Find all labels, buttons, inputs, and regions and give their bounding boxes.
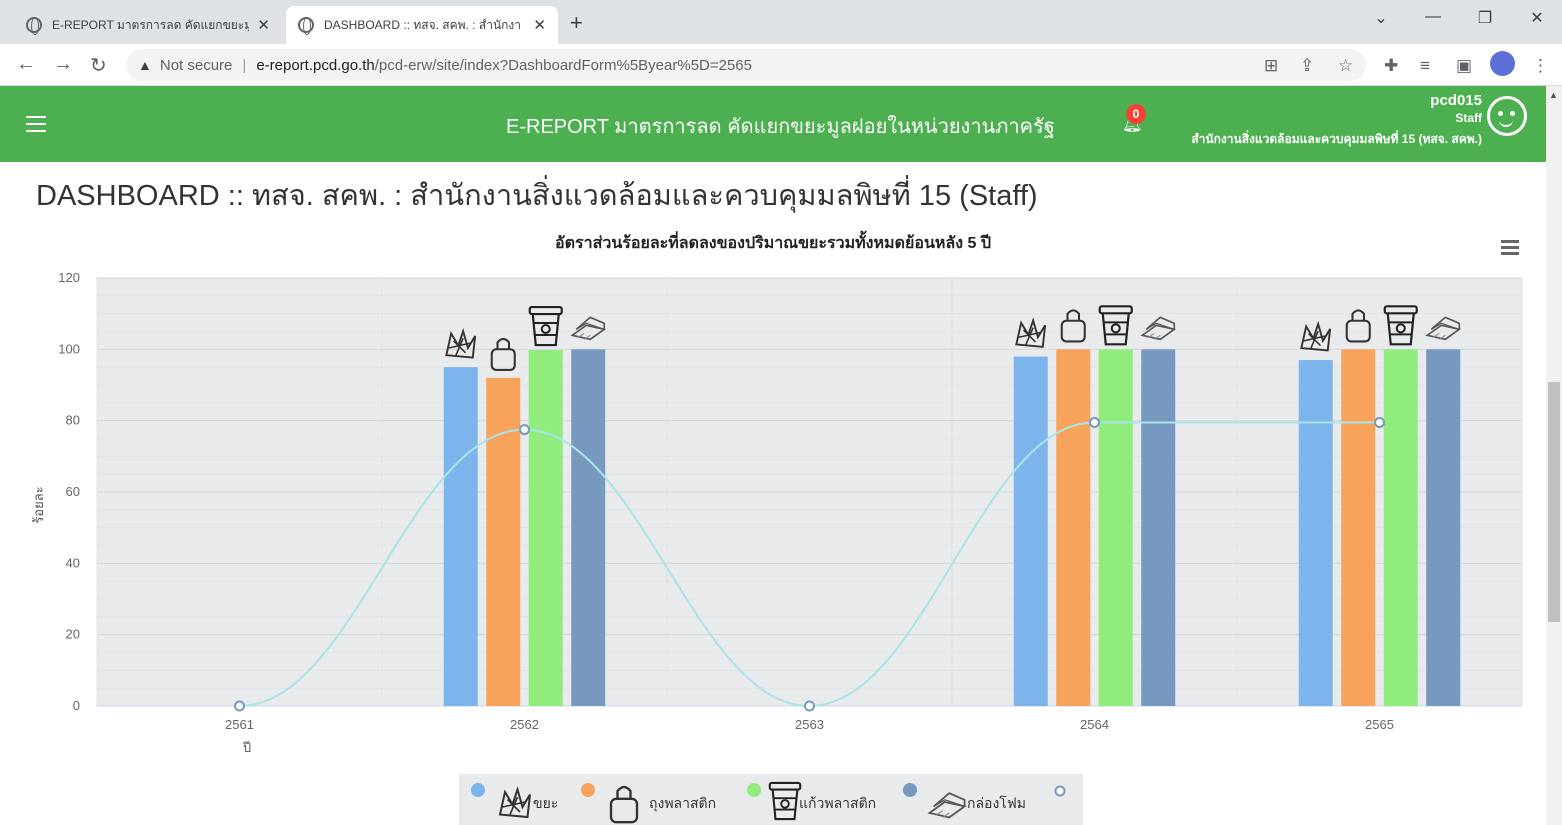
- line-point: [804, 700, 815, 712]
- minimize-icon[interactable]: —: [1418, 8, 1448, 26]
- reload-icon[interactable]: ↻: [90, 53, 107, 78]
- bar: [1383, 349, 1418, 706]
- url-host: e-report.pcd.go.th: [256, 56, 375, 74]
- separator: |: [242, 56, 247, 74]
- app-header: E-REPORT มาตรการลด คัดแยกขยะมูลฝอยในหน่ว…: [0, 86, 1546, 162]
- y-tick-label: 0: [73, 698, 80, 713]
- forward-icon[interactable]: →: [53, 53, 73, 76]
- y-tick-label: 80: [66, 413, 80, 428]
- notification-badge: 0: [1126, 104, 1146, 124]
- line-point: [1374, 416, 1385, 428]
- x-tick-label: 2561: [225, 717, 254, 732]
- browser-tab-dashboard[interactable]: DASHBOARD :: ทสจ. สคพ. : สำนักงา ✕: [286, 6, 558, 44]
- tab-title: DASHBOARD :: ทสจ. สคพ. : สำนักงา: [324, 17, 522, 32]
- restore-icon[interactable]: ❐: [1470, 8, 1500, 28]
- user-office: สำนักงานสิ่งแวดล้อมและควบคุมมลพิษที่ 15 …: [1191, 132, 1482, 146]
- legend-marker: [747, 783, 761, 797]
- bar: [1098, 349, 1133, 706]
- legend-marker: [581, 783, 595, 797]
- bar: [1426, 349, 1461, 706]
- line-point: [519, 424, 530, 436]
- x-tick-label: 2563: [795, 717, 824, 732]
- x-tick-label: 2562: [510, 717, 539, 732]
- scrollbar-thumb[interactable]: [1548, 382, 1560, 622]
- share-icon[interactable]: ⇪: [1300, 56, 1314, 76]
- window-close-icon[interactable]: ✕: [1522, 8, 1552, 28]
- bar: [1341, 349, 1376, 706]
- x-tick-label: 2564: [1080, 717, 1109, 732]
- back-icon[interactable]: ←: [16, 53, 36, 76]
- garbage-icon: [499, 788, 531, 818]
- bar: [528, 350, 563, 706]
- new-tab-button[interactable]: +: [570, 10, 583, 36]
- globe-icon: [26, 17, 42, 35]
- legend-marker: [903, 783, 917, 797]
- x-axis-title: ปี: [242, 740, 251, 755]
- reading-list-icon[interactable]: ≡: [1420, 56, 1430, 76]
- y-tick-label: 60: [66, 484, 80, 499]
- side-panel-icon[interactable]: ▣: [1456, 56, 1472, 76]
- address-toolbar: ← → ↻ ▲ Not secure | e-report.pcd.go.th …: [0, 44, 1562, 86]
- close-icon[interactable]: ✕: [257, 16, 270, 34]
- y-tick-label: 100: [58, 341, 80, 356]
- page-title: DASHBOARD :: ทสจ. สคพ. : สำนักงานสิ่งแวด…: [36, 180, 1038, 212]
- y-tick-label: 40: [66, 555, 80, 570]
- line-point: [234, 700, 245, 712]
- url-path: /pcd-erw/site/index?DashboardForm%5Byear…: [374, 56, 752, 74]
- scroll-up-icon[interactable]: ▲: [1549, 90, 1558, 100]
- x-tick-label: 2565: [1365, 717, 1394, 732]
- user-role: Staff: [1455, 111, 1482, 125]
- browser-tab-bar: E-REPORT มาตรการลด คัดแยกขยะมู ✕ DASHBOA…: [0, 0, 1562, 44]
- translate-icon[interactable]: ⊞: [1264, 56, 1278, 76]
- warning-icon: ▲: [138, 57, 152, 73]
- bar: [486, 377, 521, 706]
- globe-icon: [298, 17, 314, 35]
- tab-title: E-REPORT มาตรการลด คัดแยกขยะมู: [52, 17, 250, 32]
- plastic-bag-icon: [609, 785, 639, 824]
- address-bar[interactable]: ▲ Not secure | e-report.pcd.go.th /pcd-e…: [126, 49, 1366, 81]
- bar: [443, 367, 478, 706]
- tab-search-icon[interactable]: ⌄: [1366, 8, 1396, 28]
- y-axis-title: ร้อยละ: [31, 486, 46, 523]
- legend-line-marker: [1054, 785, 1066, 797]
- bar: [1056, 349, 1091, 706]
- security-label: Not secure: [159, 56, 233, 74]
- bar-chart: อัตราส่วนร้อยละที่ลดลงของปริมาณขยะรวมทั้…: [31, 230, 1523, 755]
- close-icon[interactable]: ✕: [533, 16, 546, 34]
- bar: [571, 349, 606, 706]
- legend-label: กล่องโฟม: [967, 795, 1026, 811]
- app-title: E-REPORT มาตรการลด คัดแยกขยะมูลฝอยในหน่ว…: [506, 116, 1055, 138]
- chart-legend: ขยะ ถุงพลาสติก แก้วพลาสติก กล่องโฟม: [459, 774, 1083, 825]
- chart-title: อัตราส่วนร้อยละที่ลดลงของปริมาณขยะรวมทั้…: [555, 230, 991, 252]
- line-point: [1089, 416, 1100, 428]
- page-scrollbar[interactable]: ▲: [1546, 86, 1562, 825]
- plastic-cup-icon: [768, 781, 802, 821]
- legend-marker: [471, 783, 485, 797]
- username[interactable]: pcd015: [1430, 92, 1482, 109]
- bookmark-star-icon[interactable]: ☆: [1338, 56, 1353, 76]
- bar: [1298, 360, 1333, 706]
- y-tick-label: 120: [58, 270, 80, 285]
- legend-label: ถุงพลาสติก: [649, 795, 717, 811]
- legend-label: แก้วพลาสติก: [799, 795, 877, 811]
- extensions-icon[interactable]: ✚: [1384, 56, 1398, 76]
- legend-label: ขยะ: [533, 795, 559, 811]
- bar: [1141, 349, 1176, 706]
- profile-avatar[interactable]: [1490, 51, 1515, 76]
- browser-tab-ereport[interactable]: E-REPORT มาตรการลด คัดแยกขยะมู ✕: [14, 6, 282, 44]
- foam-box-icon: [928, 792, 966, 819]
- y-tick-label: 20: [66, 627, 80, 642]
- bar: [1013, 356, 1048, 706]
- menu-dots-icon[interactable]: ⋮: [1532, 56, 1549, 76]
- hamburger-menu-icon[interactable]: [26, 116, 46, 137]
- user-avatar-icon[interactable]: [1487, 96, 1527, 136]
